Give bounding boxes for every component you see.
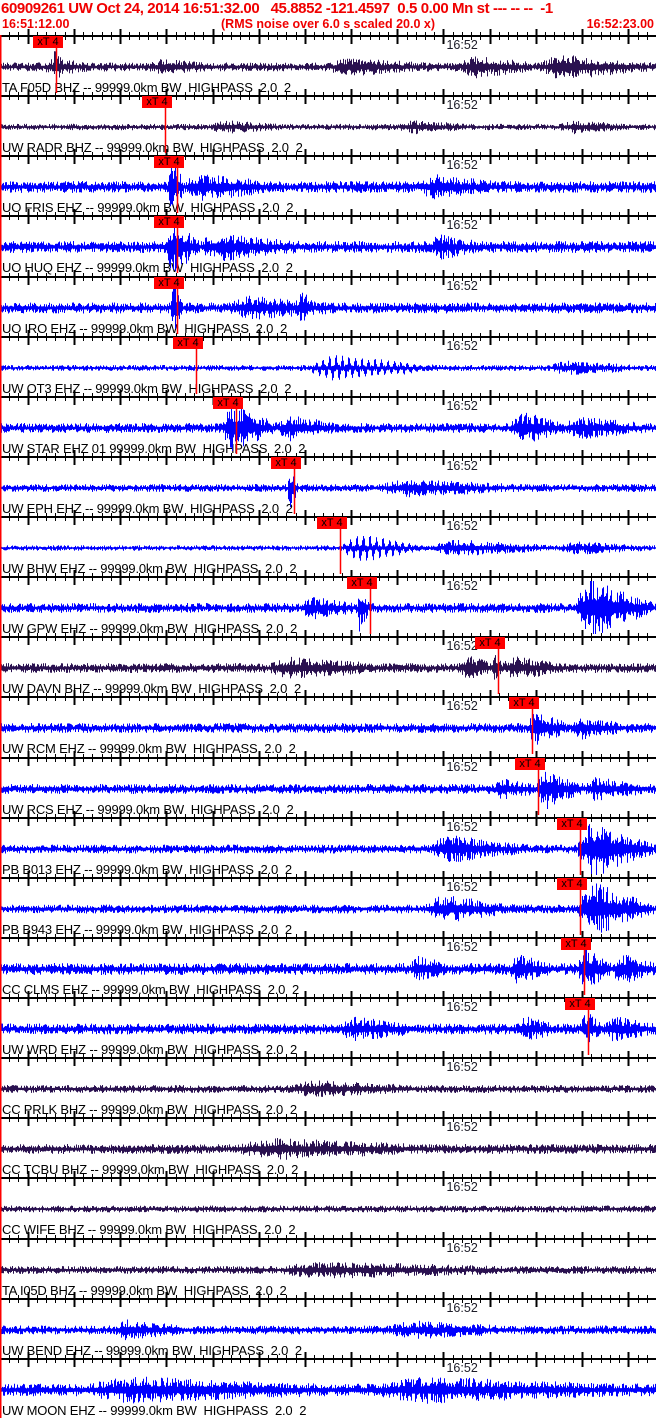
pick-flag[interactable]: xT 4 xyxy=(557,878,587,890)
seismic-trace xyxy=(0,1376,656,1404)
pick-flag[interactable]: xT 4 xyxy=(515,758,545,770)
seismic-trace xyxy=(0,1014,656,1043)
pick-flag[interactable]: xT 4 xyxy=(561,938,591,950)
pick-flag[interactable]: xT 4 xyxy=(565,998,595,1010)
seismic-trace xyxy=(0,355,656,381)
seismic-trace xyxy=(0,536,656,561)
seismic-trace xyxy=(0,714,656,745)
seismic-trace xyxy=(0,163,656,207)
pick-flag[interactable]: xT 4 xyxy=(154,156,184,168)
pick-flag[interactable]: xT 4 xyxy=(347,577,377,589)
seismic-trace xyxy=(0,581,656,634)
seismic-trace xyxy=(0,1319,656,1341)
seismic-trace xyxy=(0,51,656,79)
pick-flag[interactable]: xT 4 xyxy=(33,36,63,48)
seismic-trace xyxy=(0,883,656,933)
seismic-trace xyxy=(0,824,656,875)
seismic-trace xyxy=(0,771,656,809)
pick-flag[interactable]: xT 4 xyxy=(509,697,539,709)
seismic-trace xyxy=(0,1138,656,1160)
pick-flag[interactable]: xT 4 xyxy=(154,277,184,289)
pick-flag[interactable]: xT 4 xyxy=(271,457,301,469)
trace-plot-area[interactable]: 16:52 TA F05D BHZ -- 99999.0km BW HIGHPAS… xyxy=(0,0,656,1418)
seismic-trace xyxy=(0,227,656,272)
seismic-trace xyxy=(0,1080,656,1097)
time-ruler xyxy=(0,29,656,1367)
pick-flag[interactable]: xT 4 xyxy=(173,337,203,349)
pick-flag[interactable]: xT 4 xyxy=(213,397,243,409)
pick-flag[interactable]: xT 4 xyxy=(475,637,505,649)
pick-flag[interactable]: xT 4 xyxy=(154,216,184,228)
pick-flag[interactable]: xT 4 xyxy=(557,818,587,830)
seismic-trace xyxy=(0,283,656,329)
seismic-trace xyxy=(0,120,656,135)
waveform-canvas[interactable] xyxy=(0,0,656,1418)
seismic-trace xyxy=(0,476,656,507)
seismic-trace xyxy=(0,407,656,451)
seismic-trace xyxy=(0,655,656,680)
seismic-trace xyxy=(0,946,656,985)
seismic-trace xyxy=(0,1262,656,1279)
seismogram-viewer: 60909261 UW Oct 24, 2014 16:51:32.00 45.… xyxy=(0,0,656,1418)
pick-flag[interactable]: xT 4 xyxy=(317,517,347,529)
seismic-trace xyxy=(0,1205,656,1213)
pick-flag[interactable]: xT 4 xyxy=(142,96,172,108)
